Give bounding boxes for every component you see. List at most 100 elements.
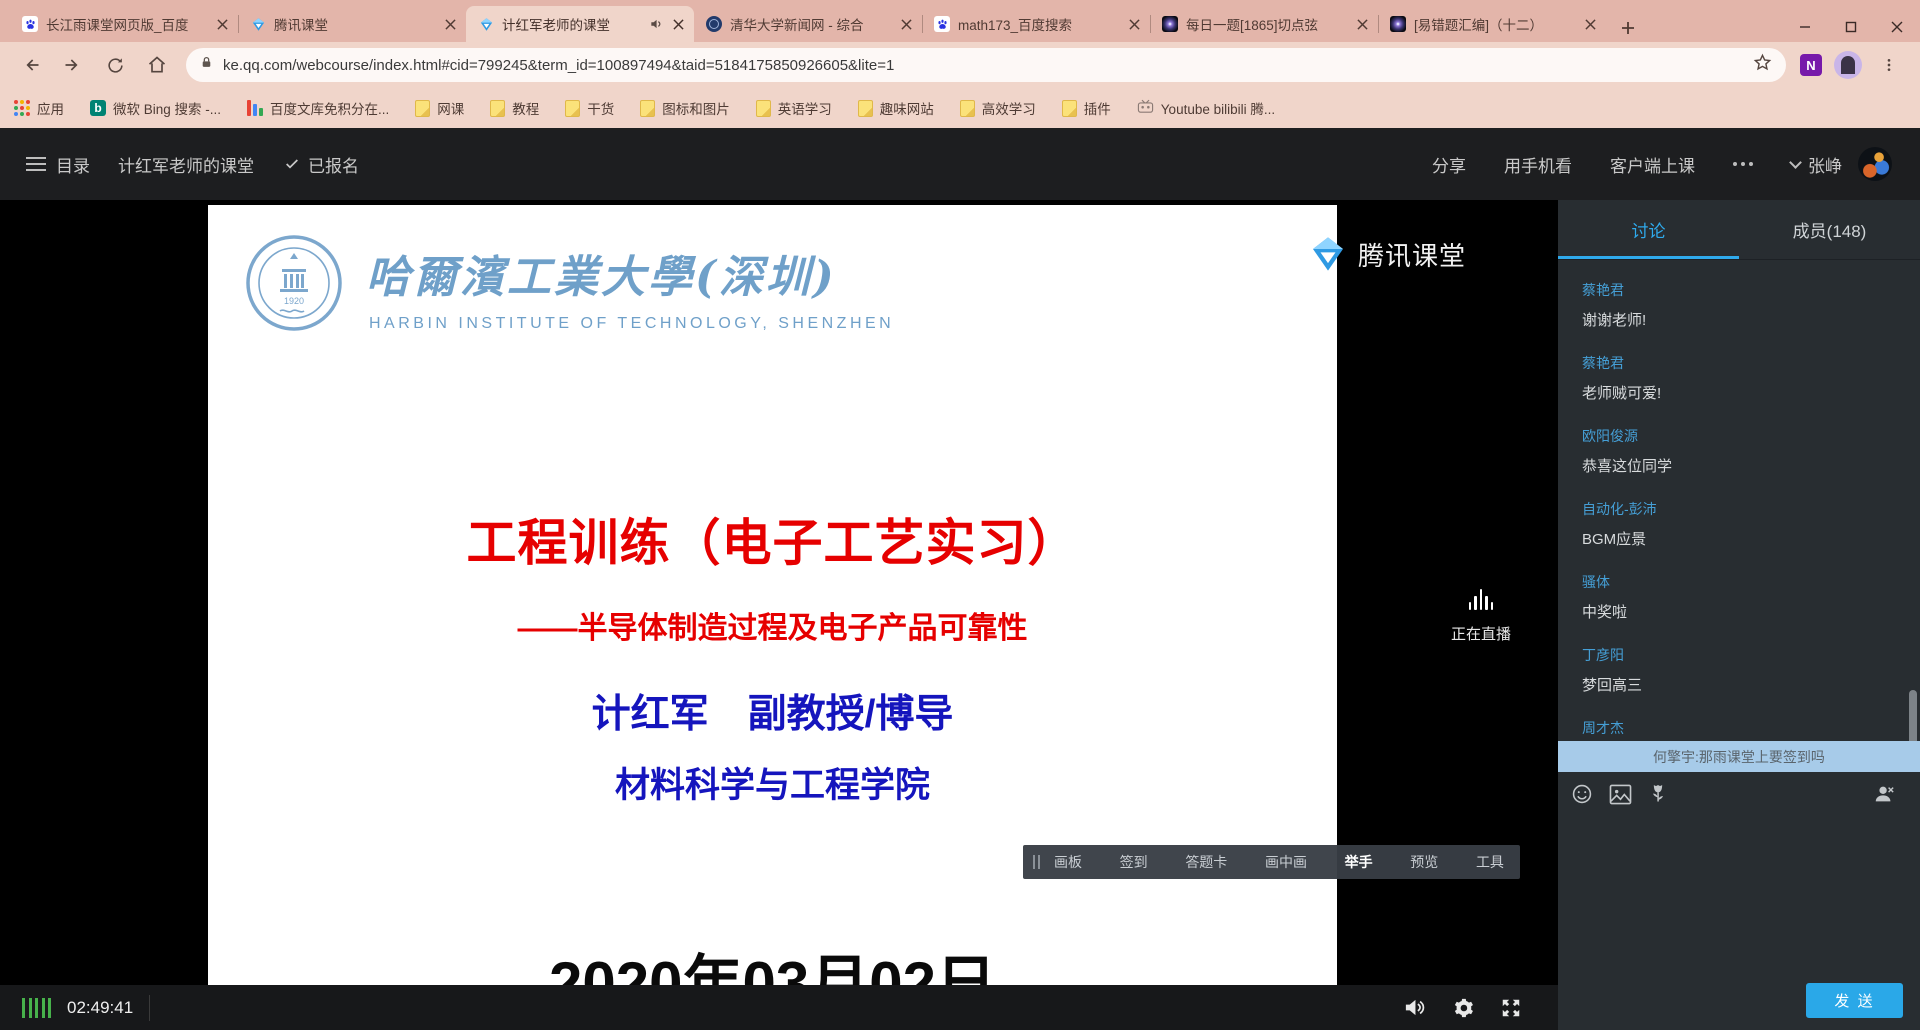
tab-close-icon[interactable] [898, 16, 914, 32]
live-indicator: 正在直播 [1436, 588, 1526, 644]
browser-tab[interactable]: math173_百度搜索 [922, 6, 1150, 42]
forward-button[interactable] [57, 49, 89, 81]
image-icon[interactable] [1608, 782, 1632, 806]
toolbar-preview[interactable]: 预览 [1410, 852, 1438, 872]
tab-title: 腾讯课堂 [274, 14, 436, 34]
bookmark-folder[interactable]: 插件 [1062, 98, 1111, 118]
slide-department: 材料科学与工程学院 [208, 757, 1337, 808]
toolbar-raise-hand[interactable]: 举手 [1345, 852, 1373, 872]
bookmark-folder[interactable]: 干货 [565, 98, 614, 118]
browser-tab[interactable]: [易错题汇编]（十二） [1378, 6, 1606, 42]
browser-tab[interactable]: 清华大学新闻网 - 综合 [694, 6, 922, 42]
video-area[interactable]: 1920 哈爾濱工業大學(深圳) HARBIN INSTITUTE OF TEC… [0, 200, 1558, 1030]
tab-title: 长江雨课堂网页版_百度 [46, 14, 208, 34]
browser-tab-active[interactable]: 计红军老师的课堂 [466, 6, 694, 42]
tab-members[interactable]: 成员(148) [1739, 200, 1920, 259]
settings-gear-icon[interactable] [1451, 996, 1474, 1019]
classroom-toolbar[interactable]: 画板 签到 答题卡 画中画 举手 预览 工具 [1023, 845, 1520, 879]
chat-sidebar: 讨论 成员(148) 蔡艳君 谢谢老师! 蔡艳君 老师贼可爱! 欧阳俊源 恭喜这… [1558, 200, 1920, 1030]
member-mute-icon[interactable] [1872, 782, 1896, 806]
chat-sender[interactable]: 自动化-彭沛 [1582, 499, 1920, 519]
course-header: 目录 计红军老师的课堂 已报名 分享 用手机看 客户端上课 张峥 [0, 128, 1920, 200]
tab-close-icon[interactable] [1582, 16, 1598, 32]
bookmark-bing[interactable]: b 微软 Bing 搜索 -... [90, 98, 221, 118]
tab-close-icon[interactable] [214, 16, 230, 32]
watch-on-phone-button[interactable]: 用手机看 [1504, 152, 1572, 177]
send-button[interactable]: 发 送 [1806, 983, 1903, 1018]
bookmark-label: 应用 [37, 98, 64, 118]
bookmark-folder[interactable]: 英语学习 [756, 98, 832, 118]
tab-close-icon[interactable] [670, 16, 686, 32]
bookmark-folder[interactable]: 教程 [490, 98, 539, 118]
bookmark-folder[interactable]: 网课 [415, 98, 464, 118]
toolbar-checkin[interactable]: 签到 [1120, 852, 1148, 872]
baidu-favicon [934, 16, 950, 32]
chat-sender[interactable]: 周才杰 [1582, 718, 1920, 738]
fullscreen-icon[interactable] [1499, 996, 1522, 1019]
toolbar-answer-card[interactable]: 答题卡 [1185, 852, 1227, 872]
onenote-extension-icon[interactable]: N [1800, 54, 1822, 76]
chat-sender[interactable]: 蔡艳君 [1582, 353, 1920, 373]
window-maximize-button[interactable] [1828, 12, 1874, 42]
user-avatar[interactable] [1858, 147, 1892, 181]
bookmarks-bar: 应用 b 微软 Bing 搜索 -... 百度文库免积分在... 网课 教程 干… [0, 88, 1920, 128]
new-tab-button[interactable] [1614, 14, 1642, 42]
tab-discussion[interactable]: 讨论 [1558, 200, 1739, 259]
window-minimize-button[interactable] [1782, 12, 1828, 42]
bookmark-folder[interactable]: 高效学习 [960, 98, 1036, 118]
tab-close-icon[interactable] [1354, 16, 1370, 32]
signal-strength-icon [22, 998, 51, 1018]
browser-tab-bar: 长江雨课堂网页版_百度 腾讯课堂 计红军老师的课堂 清华大学新闻网 - 综合 [0, 0, 1920, 42]
enrolled-badge: 已报名 [284, 152, 359, 177]
browser-profile-avatar[interactable] [1834, 51, 1862, 79]
tab-audio-icon[interactable] [649, 17, 664, 32]
flower-icon[interactable] [1646, 782, 1670, 806]
bookmark-label: 英语学习 [778, 98, 832, 118]
chat-sender[interactable]: 骚体 [1582, 572, 1920, 592]
reload-button[interactable] [99, 49, 131, 81]
back-button[interactable] [15, 49, 47, 81]
window-controls [1782, 12, 1920, 42]
home-button[interactable] [141, 49, 173, 81]
bookmark-wenku[interactable]: 百度文库免积分在... [247, 98, 389, 118]
chat-sender[interactable]: 欧阳俊源 [1582, 426, 1920, 446]
bookmark-folder[interactable]: 趣味网站 [858, 98, 934, 118]
chat-message-list[interactable]: 蔡艳君 谢谢老师! 蔡艳君 老师贼可爱! 欧阳俊源 恭喜这位同学 自动化-彭沛 … [1558, 268, 1920, 779]
bookmark-youtube-bilibili[interactable]: Youtube bilibili 腾... [1137, 98, 1275, 118]
chat-message: 蔡艳君 谢谢老师! [1558, 268, 1920, 341]
toolbar-pip[interactable]: 画中画 [1265, 852, 1307, 872]
window-close-button[interactable] [1874, 12, 1920, 42]
browser-tab[interactable]: 长江雨课堂网页版_百度 [10, 6, 238, 42]
folder-icon [565, 100, 580, 117]
more-options-icon[interactable] [1733, 162, 1753, 166]
emoji-icon[interactable] [1570, 782, 1594, 806]
open-in-client-button[interactable]: 客户端上课 [1610, 152, 1695, 177]
notice-banner[interactable]: 何擎宇:那雨课堂上要签到吗 [1558, 741, 1920, 772]
tab-close-icon[interactable] [1126, 16, 1142, 32]
volume-icon[interactable] [1403, 996, 1426, 1019]
tab-title: math173_百度搜索 [958, 14, 1120, 34]
url-text[interactable]: ke.qq.com/webcourse/index.html#cid=79924… [223, 57, 894, 74]
chat-text: 谢谢老师! [1582, 309, 1920, 330]
toolbar-tools[interactable]: 工具 [1476, 852, 1504, 872]
bookmark-folder[interactable]: 图标和图片 [640, 98, 730, 118]
catalog-button[interactable]: 目录 [56, 152, 90, 177]
browser-menu-icon[interactable] [1873, 49, 1905, 81]
bookmark-apps[interactable]: 应用 [14, 98, 64, 118]
tab-close-icon[interactable] [442, 16, 458, 32]
drag-handle[interactable] [1033, 855, 1040, 869]
toolbar-whiteboard[interactable]: 画板 [1054, 852, 1082, 872]
browser-tab[interactable]: 腾讯课堂 [238, 6, 466, 42]
enrolled-label: 已报名 [308, 152, 359, 177]
chevron-down-icon[interactable] [1789, 156, 1802, 169]
bookmark-star-icon[interactable] [1753, 53, 1772, 77]
browser-tab[interactable]: 每日一题[1865]切点弦 [1150, 6, 1378, 42]
share-button[interactable]: 分享 [1432, 152, 1466, 177]
baidu-favicon [22, 16, 38, 32]
bookmark-label: 干货 [587, 98, 614, 118]
address-bar[interactable]: ke.qq.com/webcourse/index.html#cid=79924… [186, 48, 1786, 82]
chat-sender[interactable]: 丁彦阳 [1582, 645, 1920, 665]
username[interactable]: 张峥 [1808, 152, 1842, 177]
menu-icon[interactable] [26, 157, 46, 171]
chat-sender[interactable]: 蔡艳君 [1582, 280, 1920, 300]
